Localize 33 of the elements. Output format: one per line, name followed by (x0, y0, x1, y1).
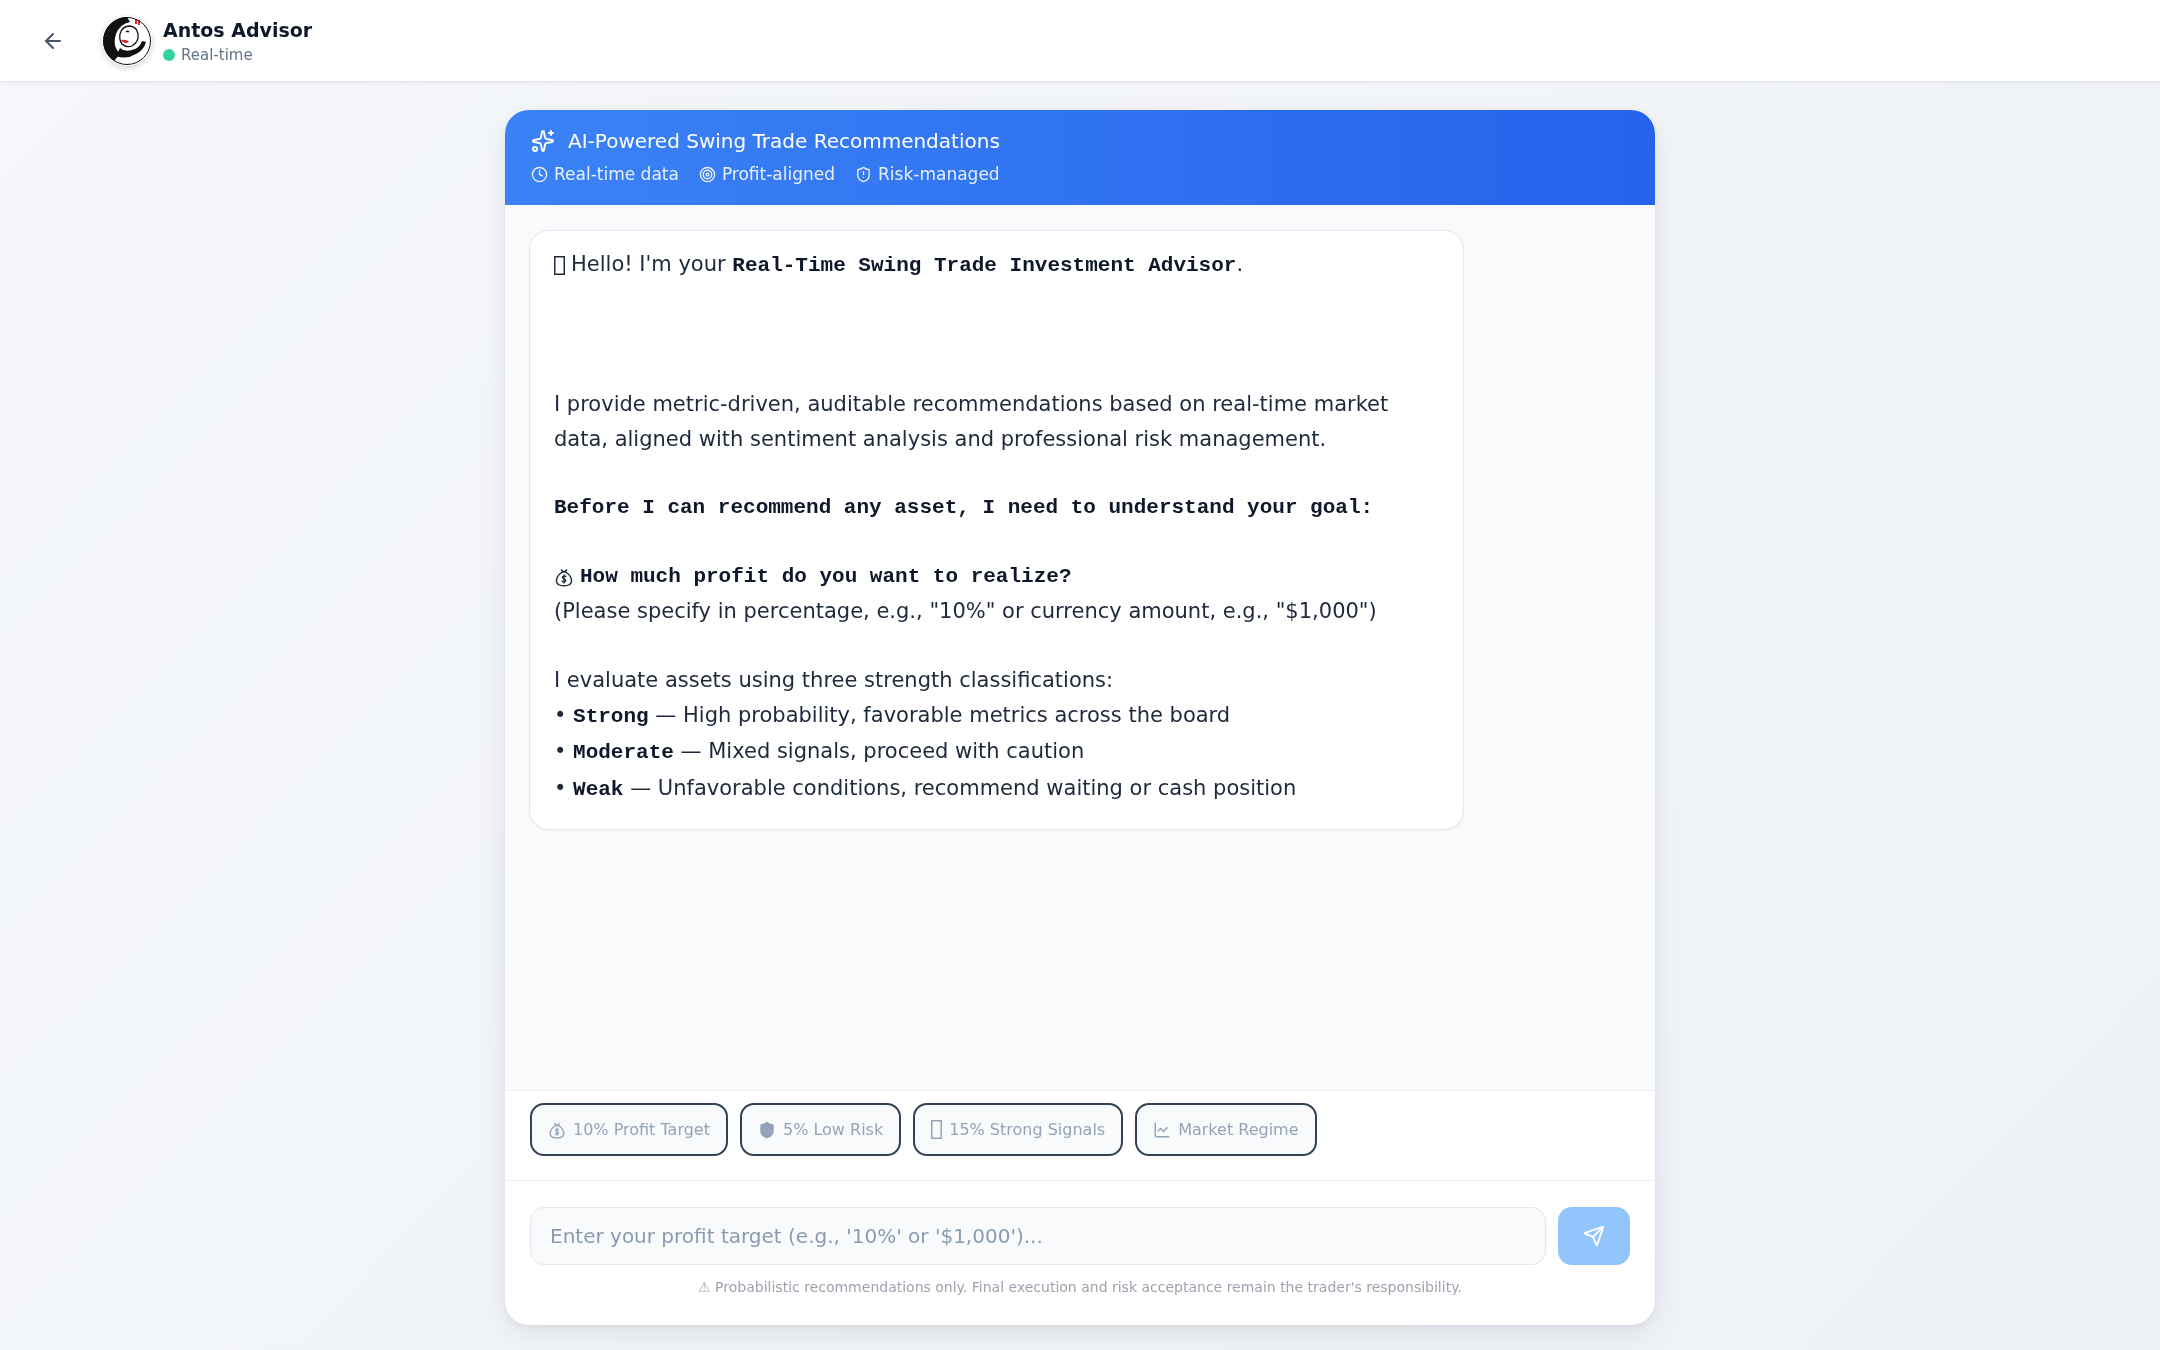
shield-icon (757, 1120, 776, 1139)
message-text: I provide metric-driven, auditable recommendations based on real-time market data, aligned with sentiment analysis and professional risk management. (554, 391, 1390, 453)
greeting-text: Hello! I'm your Real-Time Swing Trade Investment Advisor. (571, 251, 1244, 279)
send-icon (1583, 1225, 1605, 1247)
card-title: AI-Powered Swing Trade Recommendations (568, 128, 1000, 154)
quick-reply-chip[interactable]: 15% Strong Signals (913, 1103, 1124, 1156)
shield-icon (855, 165, 873, 183)
message-text: • Moderate — Mixed signals, proceed with caution (554, 738, 1086, 766)
quick-reply-chip[interactable]: 10% Profit Target (530, 1103, 728, 1156)
target-icon (698, 165, 716, 183)
question-text: How much profit do you want to realize? (580, 563, 1072, 590)
message-input[interactable]: Enter your profit target (e.g., '10%' or '$1,000')... (530, 1207, 1546, 1265)
message-text: • Weak — Unfavorable conditions, recommend waiting or cash position (554, 774, 1298, 803)
feature-text: Real-time data (554, 163, 679, 186)
status-text: Real-time (181, 44, 253, 65)
quick-reply-chip[interactable]: Market Regime (1135, 1103, 1317, 1156)
line-chart-icon (1153, 1120, 1172, 1139)
missing-glyph-icon (554, 255, 565, 275)
clock-icon (531, 165, 548, 183)
disclaimer-text: ⚠ Probabilistic recommendations only. Final execution and risk acceptance remain the trader's responsibility. (697, 1278, 1463, 1297)
app-title: Antos Advisor (163, 17, 313, 43)
feature-text: Risk-managed (878, 163, 1000, 186)
feature-text: Profit-aligned (721, 163, 836, 186)
mascot-avatar (102, 15, 152, 66)
money-bag-icon (548, 1120, 566, 1139)
quick-reply-chip[interactable]: 5% Low Risk (739, 1103, 902, 1156)
sparkles-icon (531, 129, 555, 153)
money-bag-icon (554, 566, 574, 587)
missing-glyph-icon (931, 1120, 943, 1139)
message-text: • Strong — High probability, favorable metrics across the board (554, 701, 1232, 730)
prompt-text: Before I can recommend any asset, I need to understand your goal: (554, 494, 1375, 521)
message-text: I evaluate assets using three strength classifications: (554, 667, 1115, 694)
message-text: (Please specify in percentage, e.g., "10%" or currency amount, e.g., "$1,000") (554, 598, 1378, 625)
